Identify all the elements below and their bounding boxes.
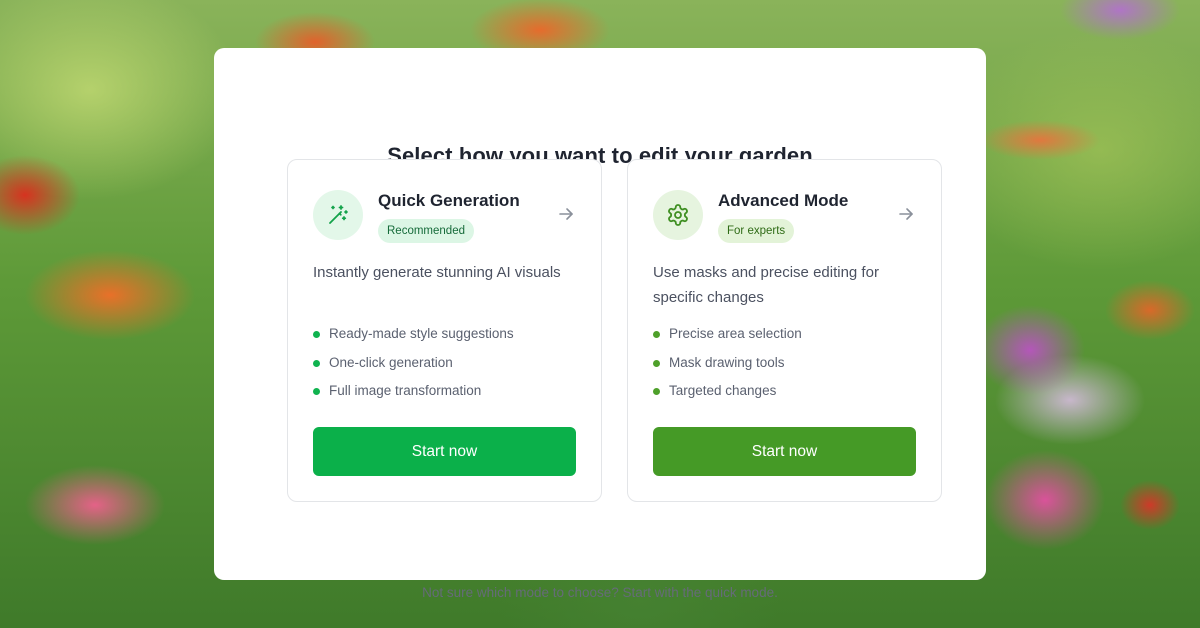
gear-icon: [653, 190, 703, 240]
quick-start-now-button[interactable]: Start now: [313, 427, 576, 476]
list-item: Targeted changes: [653, 381, 802, 410]
bullet-dot: [313, 359, 320, 367]
list-item: Mask drawing tools: [653, 353, 802, 382]
feature-label: Mask drawing tools: [669, 354, 785, 370]
bullet-dot: [653, 388, 660, 395]
list-item: One-click generation: [313, 353, 514, 382]
feature-label: Ready-made style suggestions: [329, 326, 514, 341]
list-item: Full image transformation: [313, 381, 514, 410]
card-description: Use masks and precise editing for specif…: [653, 264, 879, 306]
card-title: Quick Generation: [378, 191, 520, 210]
list-item: Precise area selection: [653, 324, 802, 353]
bullet-dot: [653, 331, 660, 338]
feature-list: Ready-made style suggestions One-click g…: [313, 324, 514, 410]
feature-label: One-click generation: [329, 354, 453, 370]
feature-label: Precise area selection: [669, 326, 802, 341]
arrow-right-icon: [557, 205, 575, 223]
for-experts-badge: For experts: [718, 219, 795, 243]
recommended-badge: Recommended: [378, 219, 474, 243]
bullet-dot: [313, 331, 320, 338]
feature-list: Precise area selection Mask drawing tool…: [653, 324, 802, 410]
feature-label: Full image transformation: [329, 383, 482, 398]
advanced-mode-card[interactable]: Advanced Mode For experts Use masks and …: [627, 159, 942, 502]
advanced-start-now-button[interactable]: Start now: [653, 427, 916, 476]
bullet-dot: [653, 359, 660, 367]
bullet-dot: [313, 388, 320, 395]
arrow-right-icon: [897, 205, 915, 223]
footer-hint: Not sure which mode to choose? Start wit…: [422, 585, 778, 600]
card-description: Instantly generate stunning AI visuals: [313, 264, 561, 281]
feature-label: Targeted changes: [669, 383, 777, 398]
magic-wand-icon: [313, 190, 363, 240]
list-item: Ready-made style suggestions: [313, 324, 514, 353]
quick-generation-card[interactable]: Quick Generation Recommended Instantly g…: [287, 159, 602, 502]
card-title: Advanced Mode: [718, 191, 849, 210]
